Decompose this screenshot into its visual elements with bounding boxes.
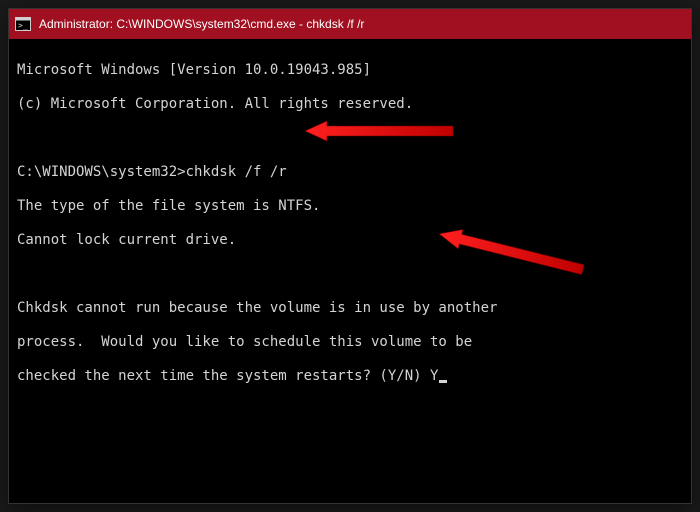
blank-line — [17, 266, 683, 283]
prompt: C:\WINDOWS\system32> — [17, 164, 186, 180]
window-title: Administrator: C:\WINDOWS\system32\cmd.e… — [39, 17, 685, 31]
cursor — [439, 380, 447, 383]
titlebar[interactable]: >_ Administrator: C:\WINDOWS\system32\cm… — [9, 9, 691, 39]
cmd-icon: >_ — [15, 16, 31, 32]
output-line: Chkdsk cannot run because the volume is … — [17, 300, 683, 317]
banner-line: (c) Microsoft Corporation. All rights re… — [17, 96, 683, 113]
svg-text:>_: >_ — [18, 21, 28, 30]
typed-command: chkdsk /f /r — [186, 164, 287, 180]
output-line: Cannot lock current drive. — [17, 232, 683, 249]
output-line: process. Would you like to schedule this… — [17, 334, 683, 351]
user-input: Y — [430, 368, 438, 384]
terminal-content[interactable]: Microsoft Windows [Version 10.0.19043.98… — [9, 39, 691, 493]
blank-line — [17, 130, 683, 147]
confirm-prompt-line: checked the next time the system restart… — [17, 368, 683, 385]
confirm-prompt: checked the next time the system restart… — [17, 368, 430, 384]
cmd-window: >_ Administrator: C:\WINDOWS\system32\cm… — [8, 8, 692, 504]
banner-line: Microsoft Windows [Version 10.0.19043.98… — [17, 62, 683, 79]
output-line: The type of the file system is NTFS. — [17, 198, 683, 215]
command-line: C:\WINDOWS\system32>chkdsk /f /r — [17, 164, 683, 181]
